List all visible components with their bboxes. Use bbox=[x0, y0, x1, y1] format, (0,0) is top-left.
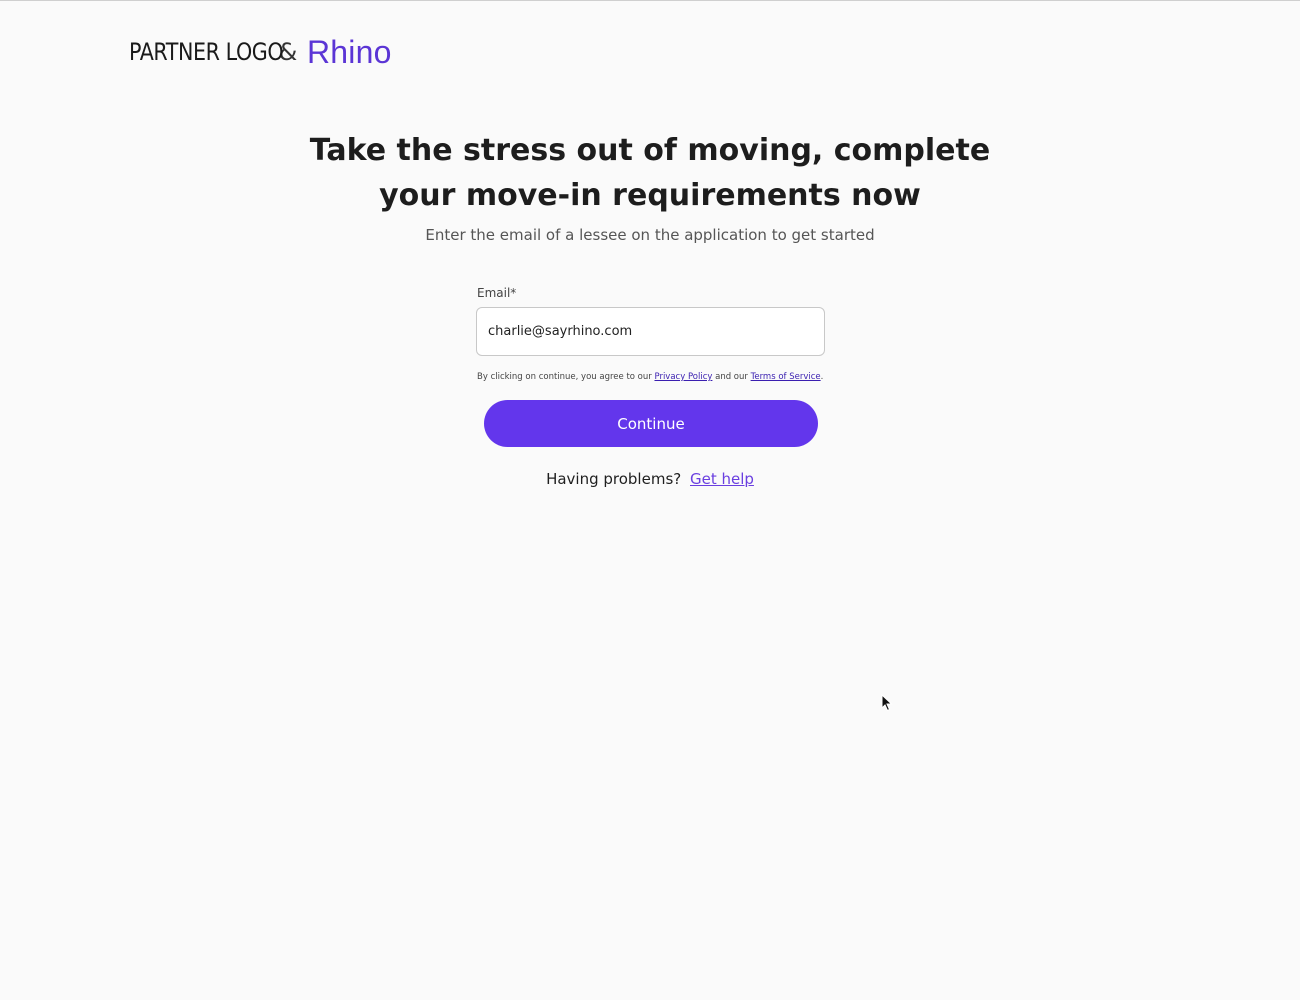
page-title-line-1: Take the stress out of moving, complete bbox=[309, 133, 991, 168]
partner-logo: PARTNER LOGO bbox=[129, 38, 284, 66]
brand-header: PARTNER LOGO & Rhino bbox=[129, 34, 392, 70]
email-label: Email* bbox=[477, 286, 517, 300]
page-title: Take the stress out of moving, complete … bbox=[250, 128, 1050, 218]
consent-suffix: . bbox=[820, 372, 824, 382]
email-field[interactable] bbox=[476, 307, 825, 356]
privacy-policy-link[interactable]: Privacy Policy bbox=[654, 372, 712, 382]
top-divider bbox=[0, 0, 1300, 1]
help-prompt: Having problems? bbox=[546, 470, 682, 488]
get-help-link[interactable]: Get help bbox=[690, 470, 754, 488]
mouse-pointer-icon bbox=[881, 694, 893, 712]
consent-prefix: By clicking on continue, you agree to ou… bbox=[477, 372, 655, 382]
consent-middle: and our bbox=[712, 372, 751, 382]
terms-of-service-link[interactable]: Terms of Service bbox=[751, 372, 821, 382]
rhino-logo: Rhino bbox=[307, 33, 392, 70]
consent-text: By clicking on continue, you agree to ou… bbox=[477, 372, 837, 382]
continue-button[interactable]: Continue bbox=[484, 400, 818, 447]
page-title-line-2: your move-in requirements now bbox=[379, 178, 921, 213]
help-section: Having problems? Get help bbox=[350, 470, 950, 488]
page-subtitle: Enter the email of a lessee on the appli… bbox=[425, 226, 875, 244]
